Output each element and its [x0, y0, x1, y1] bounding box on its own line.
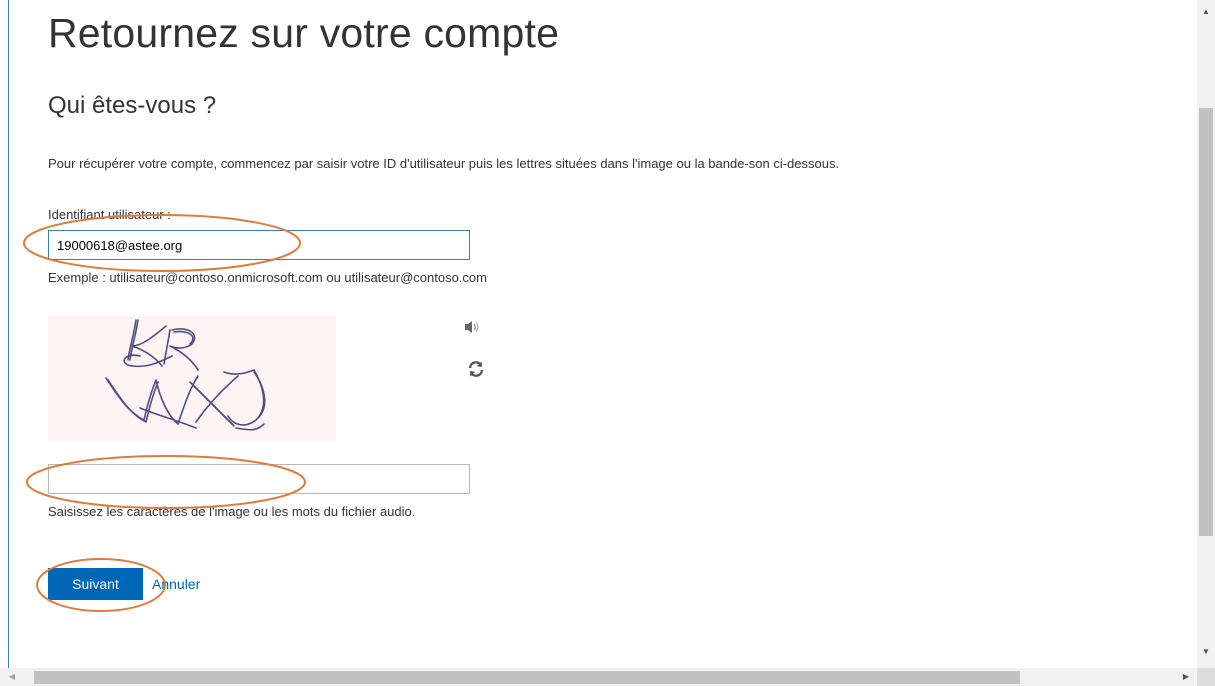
- vertical-scroll-thumb[interactable]: [1199, 108, 1213, 536]
- scroll-left-arrow-icon[interactable]: ◀: [6, 671, 18, 683]
- captcha-hint-text: Saisissez les caractères de l'image ou l…: [48, 504, 416, 519]
- next-button[interactable]: Suivant: [48, 568, 143, 600]
- scrollbar-corner: [1197, 668, 1215, 686]
- userid-input[interactable]: [48, 230, 470, 260]
- refresh-icon[interactable]: [467, 360, 485, 378]
- cancel-link[interactable]: Annuler: [152, 576, 200, 592]
- vertical-scrollbar[interactable]: ▲ ▼: [1197, 0, 1215, 668]
- page-title: Retournez sur votre compte: [48, 10, 560, 56]
- scroll-down-arrow-icon[interactable]: ▼: [1197, 646, 1215, 658]
- userid-label: Identifiant utilisateur :: [48, 207, 171, 222]
- page-viewport: Retournez sur votre compte Qui êtes-vous…: [0, 0, 1215, 686]
- scroll-right-arrow-icon[interactable]: ▶: [1180, 671, 1192, 683]
- intro-text: Pour récupérer votre compte, commencez p…: [48, 156, 840, 171]
- left-border-line: [8, 0, 9, 668]
- section-title: Qui êtes-vous ?: [48, 92, 217, 119]
- captcha-glyphs: [105, 319, 266, 431]
- horizontal-scrollbar[interactable]: ◀ ▶: [0, 668, 1215, 686]
- userid-example-text: Exemple : utilisateur@contoso.onmicrosof…: [48, 270, 487, 285]
- speaker-icon[interactable]: [463, 318, 481, 336]
- horizontal-scroll-thumb[interactable]: [34, 671, 1020, 684]
- captcha-image: [48, 316, 336, 442]
- captcha-input[interactable]: [48, 464, 470, 494]
- scroll-up-arrow-icon[interactable]: ▲: [1197, 6, 1215, 18]
